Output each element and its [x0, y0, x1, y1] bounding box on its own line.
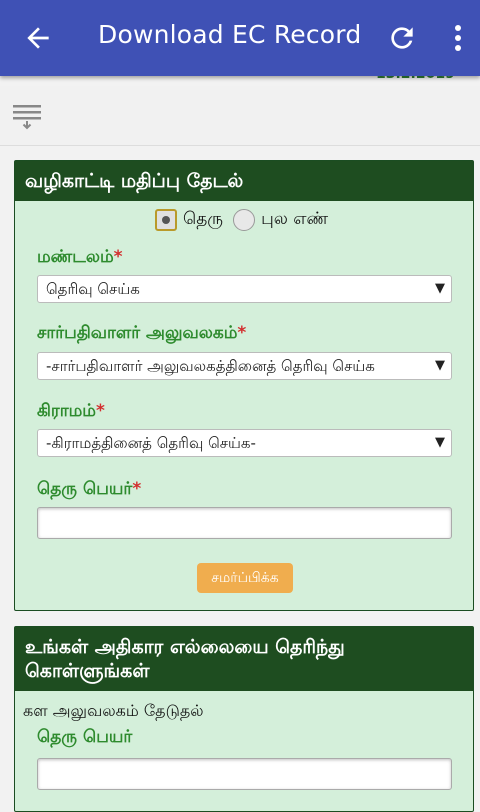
street-name-input[interactable] [37, 507, 452, 539]
village-select-value: -கிராமத்தினைத் தெரிவு செய்க- [46, 434, 256, 452]
street-name-label: தெரு பெயர்* [37, 479, 142, 499]
office-search-heading: கள அலுவலகம் தேடுதல் [23, 701, 204, 720]
street-name-label: தெரு பெயர் [37, 727, 133, 747]
survey-number-radio[interactable] [233, 209, 256, 231]
dropdown-arrow-icon: ▼ [435, 358, 445, 373]
submit-button[interactable]: சமர்ப்பிக்க [197, 563, 293, 593]
sro-select[interactable]: -சார்பதிவாளர் அலுவலகத்தினைத் தெரிவு செய்… [37, 352, 452, 380]
refresh-icon[interactable] [386, 22, 418, 54]
zone-select[interactable]: தெரிவு செய்க ▼ [37, 275, 452, 303]
dropdown-arrow-icon: ▼ [435, 281, 445, 296]
survey-number-radio-label: புல எண் [261, 209, 329, 229]
sro-select-value: -சார்பதிவாளர் அலுவலகத்தினைத் தெரிவு செய்… [46, 357, 375, 375]
arrow-left-icon[interactable] [22, 22, 54, 54]
dropdown-arrow-icon: ▼ [435, 435, 445, 450]
more-vert-icon[interactable] [446, 22, 470, 54]
street-radio[interactable] [155, 209, 177, 231]
street-radio-label: தெரு [183, 209, 224, 229]
panel-title: உங்கள் அதிகார எல்லையை தெரிந்து கொள்ளுங்க… [15, 627, 473, 691]
panel-title: வழிகாட்டி மதிப்பு தேடல் [15, 161, 473, 201]
menu-download-icon[interactable] [12, 102, 42, 130]
village-select[interactable]: -கிராமத்தினைத் தெரிவு செய்க- ▼ [37, 429, 452, 457]
sro-label: சார்பதிவாளர் அலுவலகம்* [37, 323, 247, 343]
toolbar [0, 86, 480, 146]
app-bar: Download EC Record [0, 0, 480, 76]
zone-label: மண்டலம்* [37, 247, 123, 267]
guideline-value-search-panel: வழிகாட்டி மதிப்பு தேடல் தெரு புல எண் மண்… [14, 160, 474, 611]
village-label: கிராமம்* [37, 401, 105, 421]
zone-select-value: தெரிவு செய்க [46, 280, 140, 298]
page-title: Download EC Record [98, 20, 362, 49]
jurisdiction-street-input[interactable] [37, 758, 452, 790]
jurisdiction-panel: உங்கள் அதிகார எல்லையை தெரிந்து கொள்ளுங்க… [14, 626, 474, 812]
search-type-radio-group: தெரு புல எண் [155, 209, 338, 231]
